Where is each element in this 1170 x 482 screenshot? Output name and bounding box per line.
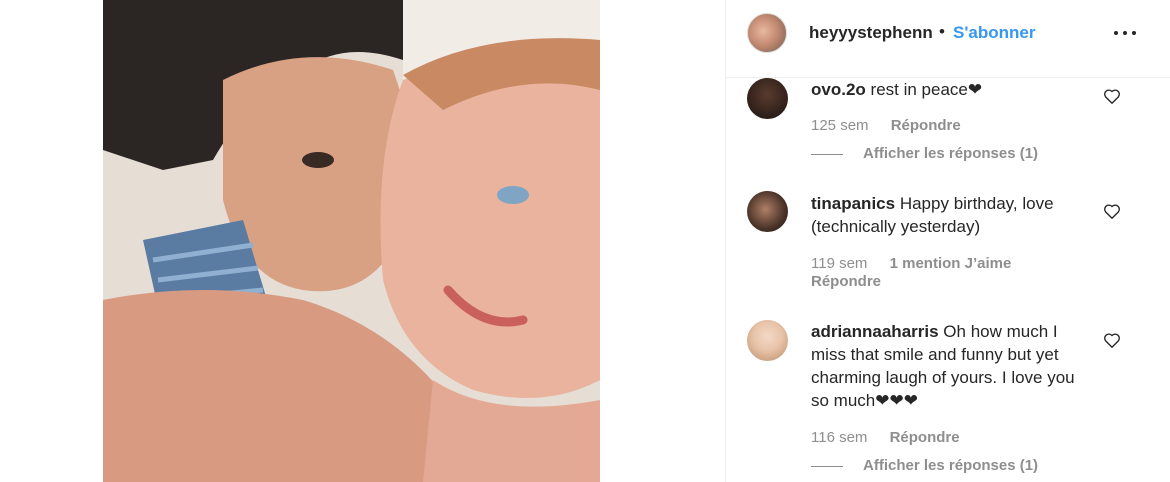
like-heart-icon[interactable] [1103, 88, 1121, 105]
comment-item: tinapanics Happy birthday, love (technic… [726, 191, 1170, 301]
reply-button[interactable]: Répondre [891, 117, 961, 134]
comment-time: 125 sem [811, 117, 869, 134]
post-header: heyyystephenn • S'abonner [726, 0, 1170, 78]
commenter-avatar[interactable] [747, 78, 788, 119]
comment-meta: 116 sem Répondre [811, 429, 960, 446]
like-heart-icon[interactable] [1103, 332, 1121, 349]
comment-item: ovo.2o rest in peace❤ 125 sem Répondre A… [726, 78, 1170, 178]
reply-button[interactable]: Répondre [811, 273, 881, 290]
view-replies-label: Afficher les réponses (1) [863, 145, 1039, 162]
comment-text: rest in peace❤ [870, 80, 983, 99]
replies-divider [811, 465, 843, 467]
comment-meta: 119 sem 1 mention J’aime Répondre [811, 255, 1111, 291]
author-username[interactable]: heyyystephenn [809, 23, 933, 43]
commenter-username[interactable]: ovo.2o [811, 80, 866, 99]
post-photo[interactable] [103, 0, 600, 482]
commenter-username[interactable]: tinapanics [811, 194, 895, 213]
commenter-avatar[interactable] [747, 320, 788, 361]
view-replies-label: Afficher les réponses (1) [863, 457, 1039, 474]
comment-item: adriannaaharris Oh how much I miss that … [726, 320, 1170, 480]
commenter-avatar[interactable] [747, 191, 788, 232]
photo-illustration [103, 0, 600, 482]
follow-button[interactable]: S'abonner [953, 23, 1035, 43]
more-options-icon[interactable] [1114, 22, 1136, 44]
view-replies-button[interactable]: Afficher les réponses (1) [811, 457, 1038, 474]
comment-body: tinapanics Happy birthday, love (technic… [811, 192, 1096, 238]
like-heart-icon[interactable] [1103, 203, 1121, 220]
comment-body: adriannaaharris Oh how much I miss that … [811, 320, 1096, 412]
view-replies-button[interactable]: Afficher les réponses (1) [811, 145, 1038, 162]
comment-time: 116 sem [811, 429, 868, 446]
reply-button[interactable]: Répondre [890, 429, 960, 446]
header-separator: • [939, 22, 945, 41]
post-side-panel: heyyystephenn • S'abonner ovo.2o rest in… [725, 0, 1170, 482]
comment-time: 119 sem [811, 255, 868, 272]
commenter-username[interactable]: adriannaaharris [811, 322, 939, 341]
comment-meta: 125 sem Répondre [811, 117, 961, 134]
comment-body: ovo.2o rest in peace❤ [811, 78, 1096, 101]
author-avatar[interactable] [747, 13, 787, 53]
replies-divider [811, 153, 843, 155]
post-media-area [0, 0, 725, 482]
likes-count[interactable]: 1 mention J’aime [890, 255, 1012, 272]
